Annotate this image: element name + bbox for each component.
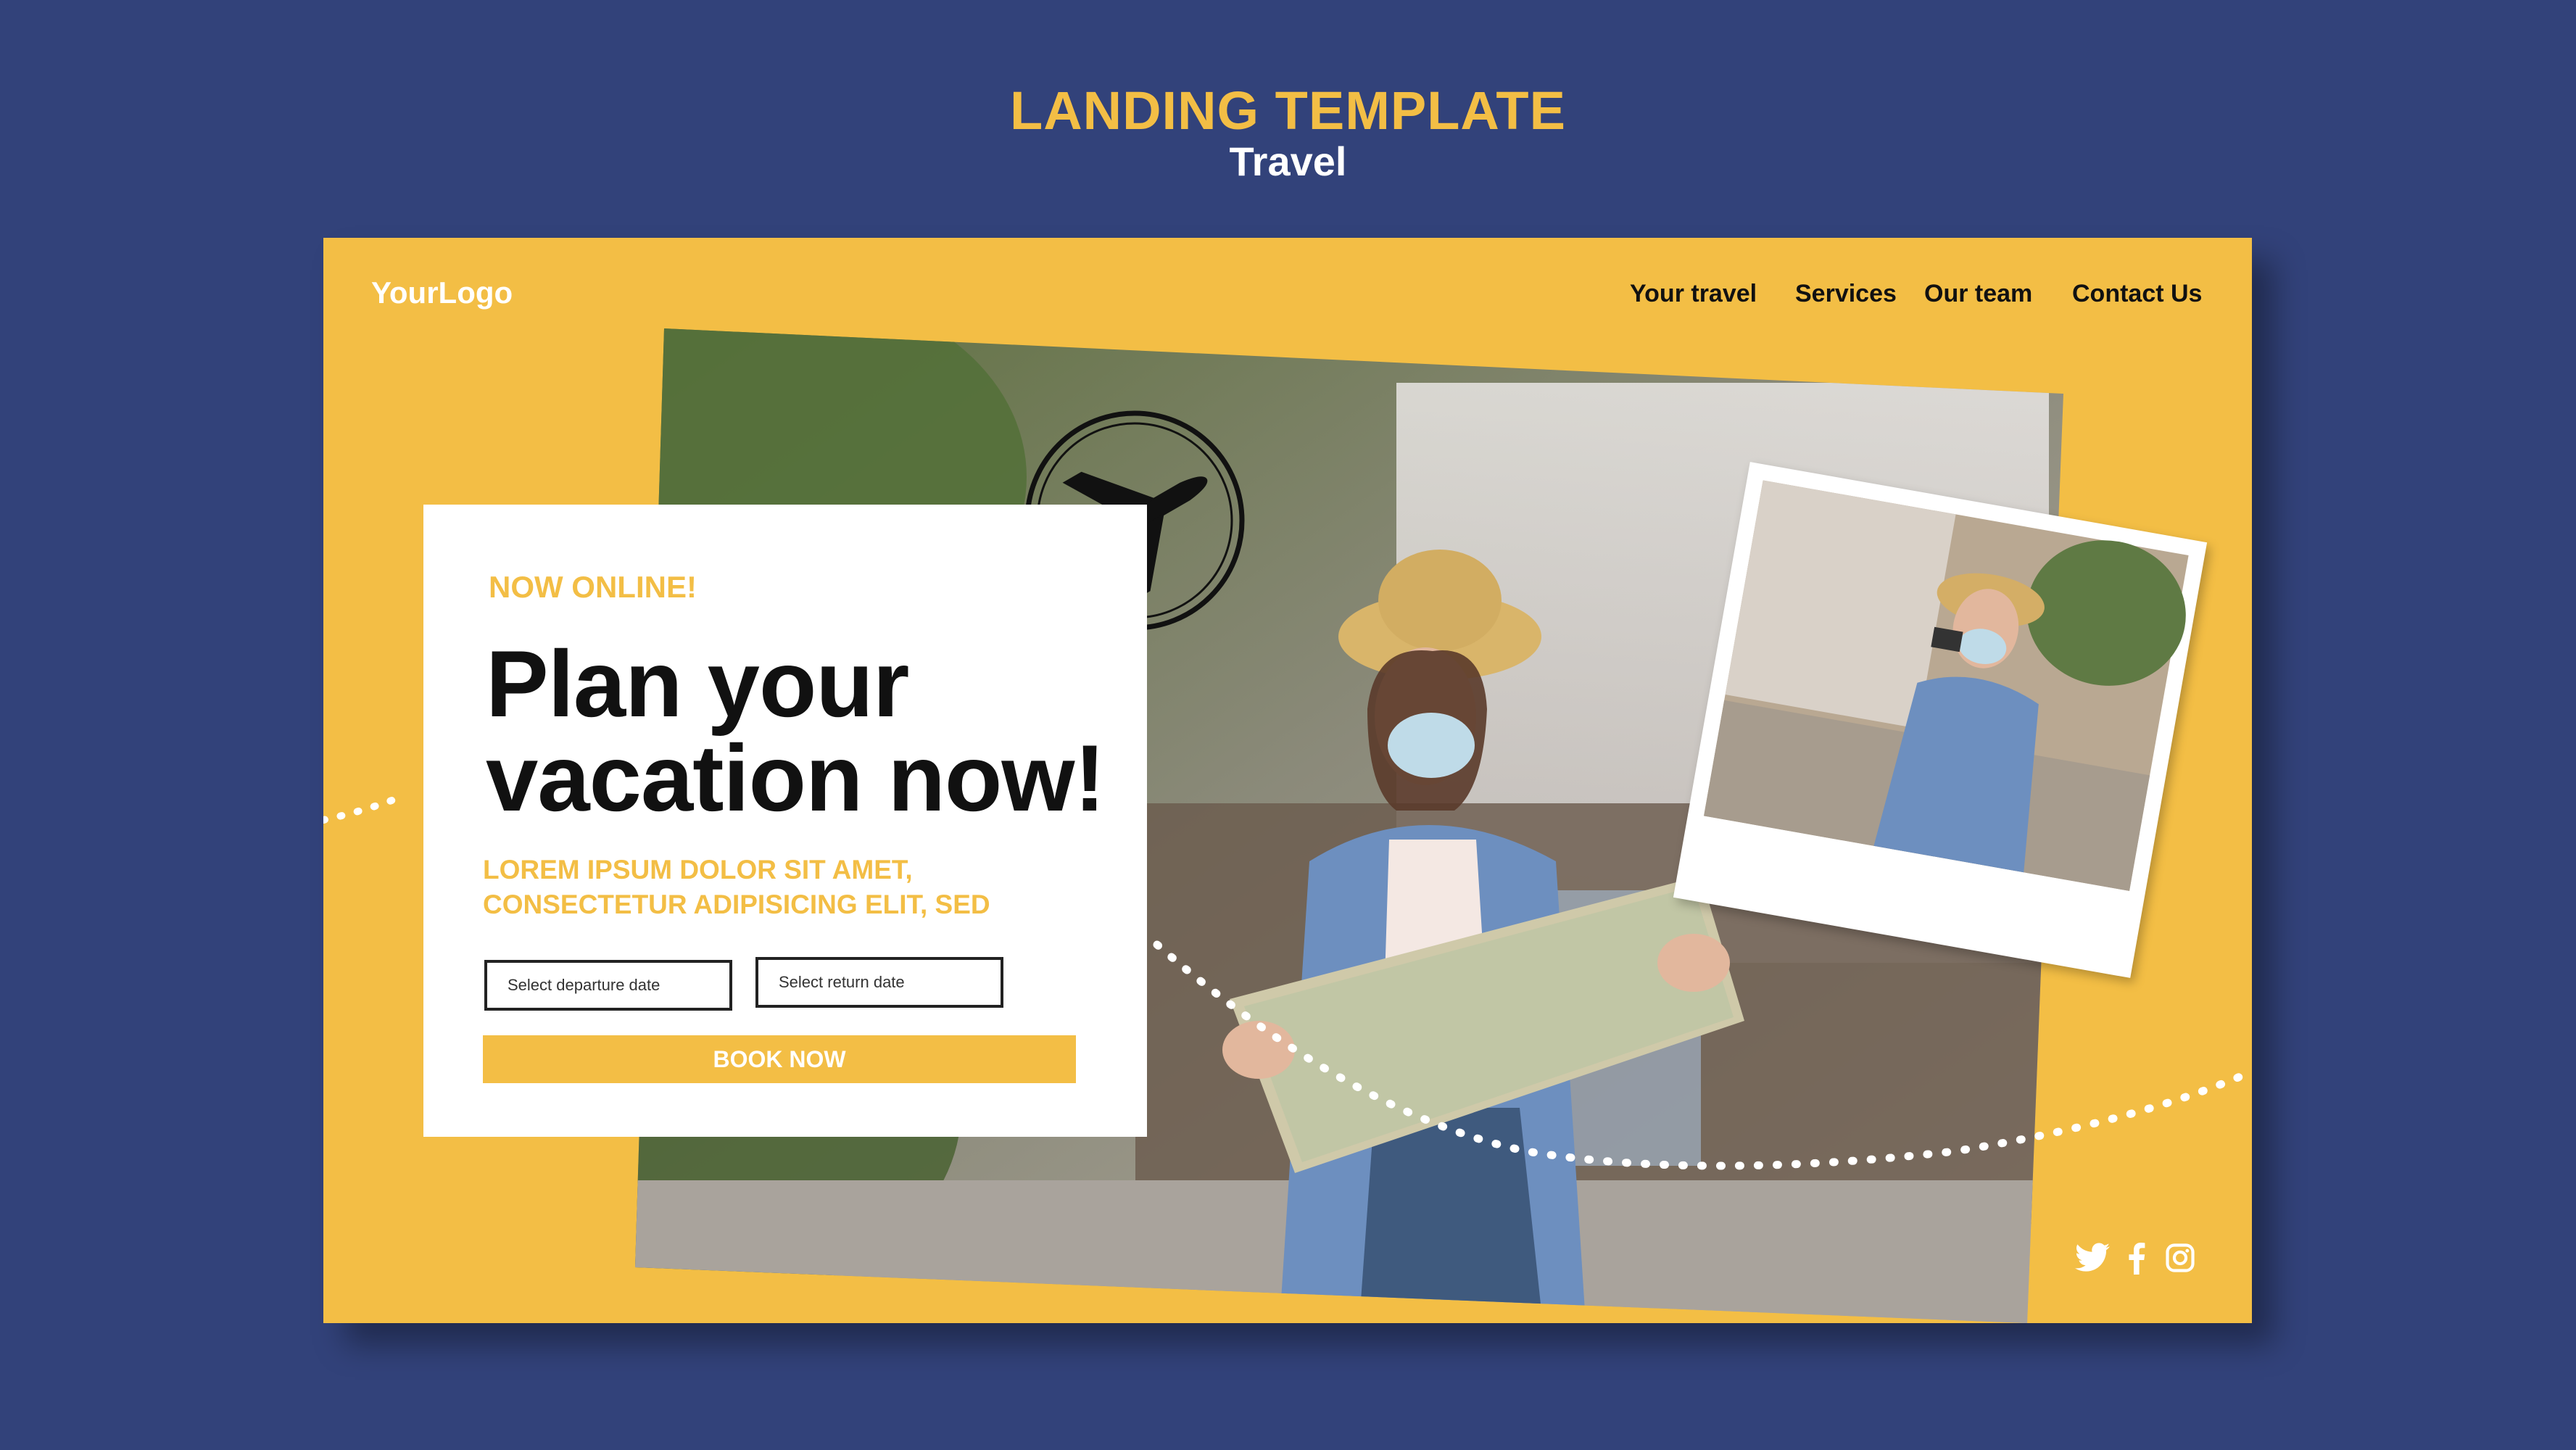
headline-line-1: Plan your <box>486 631 909 737</box>
nav-our-team[interactable]: Our team <box>1924 280 2032 308</box>
description-line-2: CONSECTETUR ADIPISICING ELIT, SED <box>483 890 990 919</box>
site-logo[interactable]: YourLogo <box>371 276 513 310</box>
booking-panel: NOW ONLINE! Plan your vacation now! LORE… <box>423 505 1147 1137</box>
nav-your-travel[interactable]: Your travel <box>1630 280 1757 308</box>
instagram-icon[interactable] <box>2165 1243 2195 1273</box>
twitter-icon[interactable] <box>2075 1243 2110 1275</box>
departure-date-field[interactable]: Select departure date <box>484 960 732 1011</box>
polaroid-photo <box>1673 462 2208 978</box>
description-line-1: LOREM IPSUM DOLOR SIT AMET, <box>483 855 913 884</box>
page-header-title: LANDING TEMPLATE <box>1010 80 1566 141</box>
hero-headline: Plan your vacation now! <box>486 637 1124 825</box>
nav-contact-us[interactable]: Contact Us <box>2072 280 2202 308</box>
headline-line-2: vacation now! <box>486 725 1106 831</box>
nav-services[interactable]: Services <box>1795 280 1897 308</box>
hero-description: LOREM IPSUM DOLOR SIT AMET, CONSECTETUR … <box>483 853 1121 922</box>
facebook-icon[interactable] <box>2127 1243 2146 1275</box>
page-header-subtitle: Travel <box>1229 138 1347 184</box>
landing-card: YourLogo Your travel Services Our team C… <box>323 238 2252 1323</box>
eyebrow-label: NOW ONLINE! <box>489 570 697 604</box>
return-date-field[interactable]: Select return date <box>755 957 1003 1008</box>
book-now-button[interactable]: BOOK NOW <box>483 1035 1076 1083</box>
